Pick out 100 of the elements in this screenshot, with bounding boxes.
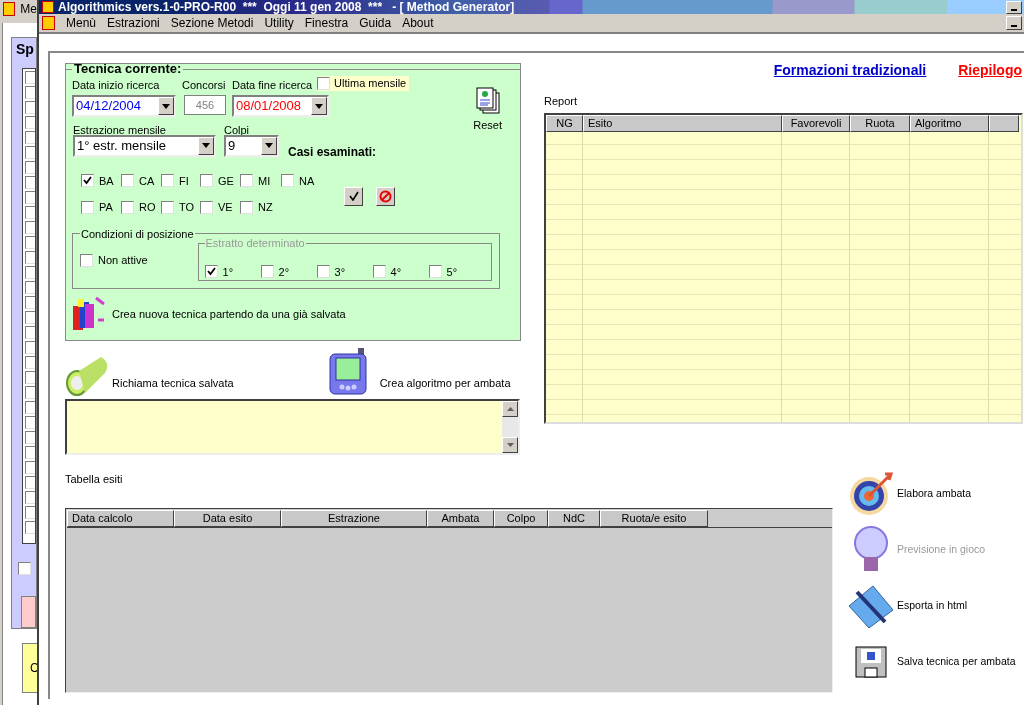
checkbox[interactable]	[25, 206, 35, 219]
checkbox[interactable]	[25, 491, 35, 504]
section-label: Report	[544, 94, 579, 109]
menu-item[interactable]: Guida	[359, 14, 392, 32]
checkbox[interactable]	[25, 521, 35, 534]
action-link[interactable]: Esporta in html	[897, 598, 968, 614]
checkbox[interactable]	[25, 221, 35, 234]
menu-item[interactable]: Utility	[264, 14, 294, 32]
checkbox[interactable]	[25, 431, 35, 444]
panel-button[interactable]	[21, 596, 36, 628]
attempts-dropdown[interactable]: 9	[224, 134, 279, 157]
checkbox[interactable]	[80, 253, 93, 267]
checkbox[interactable]	[204, 265, 218, 279]
column-header[interactable]: Data esito	[174, 509, 281, 527]
checkbox[interactable]	[428, 265, 442, 279]
checkbox[interactable]	[25, 71, 35, 84]
checkbox[interactable]	[25, 191, 35, 204]
reset-button[interactable]: Reset	[473, 117, 502, 134]
column-header[interactable]: Colpo	[494, 509, 548, 527]
checkbox[interactable]	[18, 562, 31, 576]
checkbox[interactable]	[25, 146, 35, 159]
checkbox[interactable]	[25, 311, 35, 324]
select-all-button[interactable]	[344, 186, 363, 206]
menu-item[interactable]: Estrazioni	[107, 14, 160, 32]
checkbox[interactable]	[260, 265, 274, 279]
column-header[interactable]: Esito	[583, 114, 782, 132]
checkbox[interactable]	[25, 86, 35, 99]
nav-link[interactable]: Riepilogo	[958, 59, 1022, 81]
checkbox-label: BA	[99, 173, 114, 189]
field-label: Concorsi	[182, 79, 227, 92]
checkbox[interactable]	[25, 476, 35, 489]
column-header[interactable]: Algoritmo	[910, 114, 989, 132]
group-title: Estratto determinato	[204, 236, 306, 251]
checkbox[interactable]	[25, 506, 35, 519]
menu-item[interactable]: Sezione Metodi	[170, 14, 254, 32]
menu-item[interactable]: Menù	[66, 14, 97, 32]
checkbox[interactable]	[161, 174, 174, 188]
checkbox[interactable]	[25, 386, 35, 399]
checkbox[interactable]	[240, 174, 253, 188]
checkbox-label: GE	[218, 173, 234, 189]
app-logo-icon	[3, 1, 16, 16]
column-header[interactable]: NdC	[548, 509, 600, 527]
checkbox[interactable]	[25, 266, 35, 279]
checkbox[interactable]	[81, 174, 94, 188]
column-header[interactable]: Ruota/e esito	[600, 509, 708, 527]
checkbox[interactable]	[240, 200, 253, 214]
checkbox[interactable]	[25, 161, 35, 174]
checkbox[interactable]	[81, 200, 94, 214]
column-header[interactable]: NG	[546, 114, 583, 132]
minimize-button[interactable]	[1006, 0, 1022, 14]
checkbox[interactable]	[25, 116, 35, 129]
date-dropdown[interactable]: 04/12/2004	[72, 95, 176, 117]
checkbox[interactable]	[25, 341, 35, 354]
nav-link[interactable]: Formazioni tradizionali	[773, 59, 927, 81]
checkbox[interactable]	[25, 101, 35, 114]
checkbox[interactable]	[121, 200, 134, 214]
checkbox[interactable]	[25, 281, 35, 294]
text-area[interactable]	[65, 399, 520, 455]
action-link[interactable]: Elabora ambata	[897, 486, 972, 502]
checkbox[interactable]	[200, 200, 213, 214]
minimize-button[interactable]	[1006, 16, 1022, 30]
checkbox[interactable]	[25, 326, 35, 339]
checkbox[interactable]	[25, 401, 35, 414]
menu-item[interactable]: About	[402, 14, 434, 32]
checkbox[interactable]	[281, 174, 294, 188]
checkbox[interactable]	[25, 416, 35, 429]
checkbox[interactable]	[25, 131, 35, 144]
checkbox-label: 2°	[278, 264, 290, 280]
action-link[interactable]: Salva tecnica per ambata	[897, 654, 1016, 670]
menu-item[interactable]: Finestra	[304, 14, 349, 32]
field-label: Data fine ricerca	[232, 79, 313, 92]
checkbox[interactable]	[25, 176, 35, 189]
checkbox[interactable]	[25, 371, 35, 384]
draw-dropdown[interactable]: 1° estr. mensile	[73, 134, 216, 157]
checkbox[interactable]	[372, 265, 386, 279]
checkbox[interactable]	[25, 461, 35, 474]
date-dropdown[interactable]: 08/01/2008	[232, 95, 329, 117]
app-logo-icon	[42, 16, 55, 30]
checkbox[interactable]	[25, 251, 35, 264]
column-header[interactable]: Data calcolo	[67, 509, 174, 527]
column-header[interactable]: Estrazione	[281, 509, 427, 527]
create-from-saved-link[interactable]: Crea nuova tecnica partendo da una già salvata	[112, 306, 346, 323]
panel-title: Tecnica corrente:	[72, 60, 183, 79]
checkbox[interactable]	[25, 296, 35, 309]
checkbox[interactable]	[25, 356, 35, 369]
column-header[interactable]: Favorevoli	[782, 114, 850, 132]
checkbox[interactable]	[121, 174, 134, 188]
scroll-down-icon	[502, 437, 518, 453]
column-header[interactable]: Ambata	[427, 509, 494, 527]
clear-all-button[interactable]	[376, 186, 395, 206]
checkbox[interactable]	[25, 446, 35, 459]
checkbox[interactable]	[161, 200, 174, 214]
checkbox[interactable]	[316, 265, 330, 279]
window-title: Me	[20, 0, 37, 18]
checkbox[interactable]	[200, 174, 213, 188]
recall-technique-link[interactable]: Richiama tecnica salvata	[112, 374, 234, 391]
checkbox[interactable]	[25, 236, 35, 249]
create-algorithm-link[interactable]: Crea algoritmo per ambata	[379, 374, 511, 391]
column-header[interactable]: Ruota	[850, 114, 910, 132]
checkbox[interactable]	[317, 76, 331, 90]
